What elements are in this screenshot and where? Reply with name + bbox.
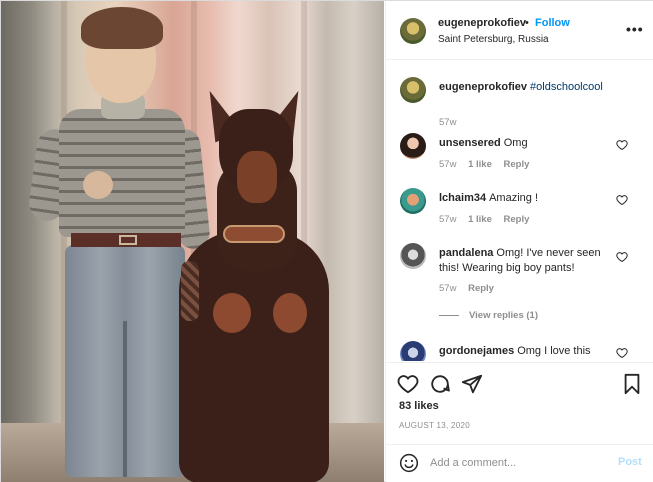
avatar[interactable]	[400, 18, 426, 44]
dog-chest-marking	[273, 293, 307, 333]
avatar[interactable]	[400, 133, 426, 159]
post-date: AUGUST 13, 2020	[399, 421, 471, 430]
boy-hand	[83, 171, 113, 199]
follow-button[interactable]: Follow	[535, 17, 570, 29]
view-replies-label[interactable]: View replies (1)	[469, 310, 538, 321]
avatar[interactable]	[400, 77, 426, 103]
comment-like-count[interactable]: 1 like	[468, 159, 492, 170]
replies-divider	[439, 314, 459, 316]
comment-age: 57w	[439, 117, 457, 128]
comment-body: Omg	[503, 137, 528, 149]
comment-username[interactable]: unsensered	[439, 137, 501, 149]
comment-meta: 57w 1 like Reply	[439, 159, 538, 170]
post-header: eugeneprokofiev • Follow Saint Petersbur…	[386, 1, 653, 60]
post-sidebar: eugeneprokofiev • Follow Saint Petersbur…	[385, 1, 653, 482]
add-comment-bar: Post	[386, 444, 653, 482]
reply-button[interactable]: Reply	[468, 283, 494, 294]
comment-age: 57w	[439, 214, 457, 225]
caption-text: eugeneprokofiev #oldschoolcool	[439, 80, 617, 95]
reply-button[interactable]: Reply	[504, 214, 530, 225]
comment-username[interactable]: pandalena	[439, 247, 493, 259]
comment-text: gordonejames Omg I love this	[439, 344, 617, 359]
dog-chest-marking	[213, 293, 251, 333]
send-icon[interactable]	[461, 373, 483, 395]
dog-muzzle	[237, 151, 277, 203]
comment-text: pandalena Omg! I've never seen this! Wear…	[439, 246, 617, 276]
avatar[interactable]	[400, 243, 426, 269]
add-comment-input[interactable]	[430, 453, 610, 473]
post-actions: 83 likes AUGUST 13, 2020	[386, 362, 653, 444]
post-comment-button[interactable]: Post	[618, 456, 642, 468]
separator-dot: •	[525, 17, 529, 29]
boy-sweater	[59, 109, 185, 237]
heart-icon[interactable]	[616, 251, 628, 263]
comment-username[interactable]: lchaim34	[439, 192, 486, 204]
comment-like-count[interactable]: 1 like	[468, 214, 492, 225]
boy-hair	[81, 7, 163, 49]
likes-count[interactable]: 83 likes	[399, 400, 439, 412]
comment-meta: 57w 1 like Reply	[439, 214, 538, 225]
heart-icon[interactable]	[616, 347, 628, 359]
comment-meta: 57w Reply	[439, 283, 503, 294]
avatar[interactable]	[400, 188, 426, 214]
more-options-icon[interactable]: •••	[626, 21, 644, 37]
comment-username[interactable]: eugeneprokofiev	[439, 81, 527, 93]
comment-meta: 57w	[439, 117, 465, 128]
comment-icon[interactable]	[429, 373, 451, 395]
hashtag-link[interactable]: #oldschoolcool	[530, 81, 603, 93]
comment-body: Omg I love this	[517, 345, 591, 357]
heart-icon[interactable]	[616, 194, 628, 206]
comment-age: 57w	[439, 159, 457, 170]
emoji-icon[interactable]	[399, 453, 419, 473]
post-author-username[interactable]: eugeneprokofiev	[438, 17, 526, 29]
comment-body: Amazing !	[489, 192, 539, 204]
heart-icon[interactable]	[397, 373, 419, 395]
post-photo[interactable]	[1, 1, 384, 482]
dog-collar	[223, 225, 285, 243]
avatar[interactable]	[400, 341, 426, 361]
boy-belt-buckle	[119, 235, 137, 245]
comment-age: 57w	[439, 283, 457, 294]
comments-list[interactable]: eugeneprokofiev #oldschoolcool 57w unsens…	[386, 61, 653, 361]
bookmark-icon[interactable]	[621, 373, 643, 395]
instagram-post-modal: eugeneprokofiev • Follow Saint Petersbur…	[0, 0, 653, 482]
boy-jeans-gap	[123, 321, 127, 477]
post-location[interactable]: Saint Petersburg, Russia	[438, 34, 549, 45]
comment-text: unsensered Omg	[439, 136, 617, 151]
heart-icon[interactable]	[616, 139, 628, 151]
comment-username[interactable]: gordonejames	[439, 345, 514, 357]
comment-text: lchaim34 Amazing !	[439, 191, 617, 206]
reply-button[interactable]: Reply	[504, 159, 530, 170]
dog-leash	[181, 261, 199, 321]
view-replies-button[interactable]: View replies (1)	[439, 310, 538, 321]
